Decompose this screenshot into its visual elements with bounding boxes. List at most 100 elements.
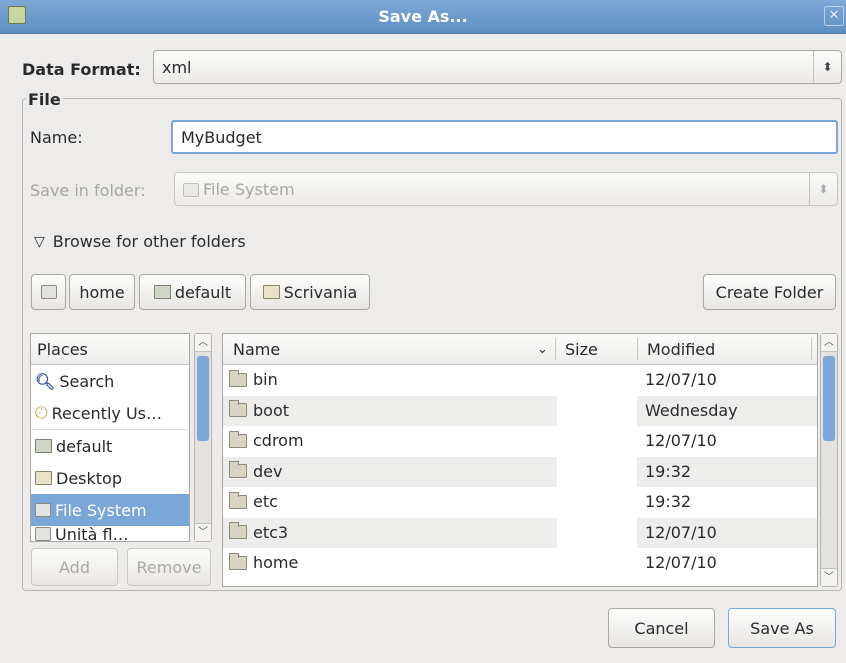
folder-icon <box>229 552 247 570</box>
browse-label: Browse for other folders <box>52 232 246 251</box>
column-divider <box>811 338 812 360</box>
remove-label: Remove <box>136 557 202 577</box>
browse-expander[interactable]: ▽ Browse for other folders <box>34 232 246 251</box>
file-modified: 12/07/10 <box>645 370 717 389</box>
table-row[interactable]: home 12/07/10 <box>223 548 817 579</box>
close-icon[interactable]: ✕ <box>824 6 844 26</box>
file-name: boot <box>253 400 290 420</box>
file-name: cdrom <box>253 431 304 450</box>
save-as-button[interactable]: Save As <box>728 608 836 648</box>
table-row[interactable]: etc 19:32 <box>223 487 817 518</box>
drive-icon <box>40 285 57 299</box>
file-size-cell <box>557 456 637 487</box>
scroll-up-icon[interactable]: ︿ <box>821 334 837 352</box>
places-list: Places 🔍︎ Search 🕘︎ Recently Us… default… <box>30 333 190 542</box>
path-home-button[interactable]: home <box>69 274 135 310</box>
file-size-cell <box>557 395 637 426</box>
column-divider <box>555 338 556 360</box>
table-row[interactable]: etc3 12/07/10 <box>223 517 817 548</box>
data-format-label: Data Format: <box>22 60 141 79</box>
place-item-desktop[interactable]: Desktop <box>31 462 189 494</box>
home-folder-icon <box>35 439 52 453</box>
spin-arrows-icon: ⬍ <box>813 51 841 83</box>
places-header[interactable]: Places <box>31 334 189 365</box>
file-name: bin <box>253 370 278 389</box>
scroll-thumb[interactable] <box>197 356 209 441</box>
drive-icon <box>183 182 199 197</box>
path-root-button[interactable] <box>31 274 66 310</box>
desktop-icon <box>35 471 52 485</box>
name-input[interactable] <box>173 122 836 152</box>
drive-icon <box>35 503 51 517</box>
file-name: dev <box>253 461 283 481</box>
cancel-button[interactable]: Cancel <box>608 608 715 648</box>
path-scrivania-label: Scrivania <box>283 282 358 302</box>
table-row[interactable]: bin 12/07/10 <box>223 365 817 396</box>
file-section-title: File <box>26 90 63 109</box>
file-name: etc <box>253 492 278 511</box>
name-column-header[interactable]: Name <box>233 340 280 359</box>
place-item-search[interactable]: 🔍︎ Search <box>31 365 189 397</box>
file-name: home <box>253 553 299 572</box>
desktop-icon <box>262 285 280 299</box>
path-scrivania-button[interactable]: Scrivania <box>250 274 370 310</box>
place-label: Desktop <box>56 468 122 488</box>
path-default-button[interactable]: default <box>139 274 246 310</box>
cancel-label: Cancel <box>634 618 689 638</box>
file-modified: 12/07/10 <box>645 522 717 542</box>
file-modified: Wednesday <box>645 400 738 420</box>
modified-column-header[interactable]: Modified <box>647 340 715 359</box>
save-in-folder-label: Save in folder: <box>30 181 146 200</box>
place-label: Unità fl… <box>55 524 129 542</box>
place-label: Recently Us… <box>51 403 162 423</box>
file-list-header: Name ⌄ Size Modified <box>223 334 817 365</box>
file-name: etc3 <box>253 522 289 542</box>
path-default-label: default <box>174 282 232 302</box>
folder-icon <box>229 491 247 509</box>
search-icon: 🔍︎ <box>35 371 56 391</box>
place-item-floppy[interactable]: Unità fl… <box>31 518 189 542</box>
data-format-value: xml <box>162 58 192 77</box>
scroll-up-icon[interactable]: ︿ <box>195 334 211 352</box>
spin-arrows-icon: ⬍ <box>809 173 837 205</box>
scroll-thumb[interactable] <box>823 356 835 441</box>
table-row[interactable]: cdrom 12/07/10 <box>223 426 817 457</box>
place-label: Search <box>59 371 115 391</box>
scroll-down-icon[interactable]: ﹀ <box>821 568 837 586</box>
file-modified: 19:32 <box>645 461 692 481</box>
create-folder-button[interactable]: Create Folder <box>703 274 836 310</box>
folder-icon <box>229 522 247 539</box>
file-modified: 12/07/10 <box>645 553 717 572</box>
title-bar: Save As... ✕ <box>0 0 846 34</box>
file-size-cell <box>557 517 637 548</box>
file-size-cell <box>557 365 637 396</box>
save-as-label: Save As <box>750 618 814 638</box>
file-modified: 12/07/10 <box>645 431 717 450</box>
create-folder-label: Create Folder <box>715 282 824 302</box>
chevron-down-icon[interactable]: ⌄ <box>537 342 548 357</box>
size-column-header[interactable]: Size <box>565 340 598 359</box>
file-size-cell <box>557 487 637 518</box>
save-in-folder-select[interactable]: File System ⬍ <box>174 172 838 206</box>
folder-icon <box>229 430 247 448</box>
place-item-recent[interactable]: 🕘︎ Recently Us… <box>31 397 189 429</box>
clock-icon: 🕘︎ <box>35 403 48 422</box>
places-scrollbar[interactable]: ︿ ﹀ <box>194 333 212 542</box>
folder-icon <box>229 369 247 387</box>
files-scrollbar[interactable]: ︿ ﹀ <box>820 333 838 587</box>
path-home-label: home <box>79 282 125 302</box>
file-size-cell <box>557 548 637 579</box>
home-folder-icon <box>153 285 171 299</box>
name-field[interactable] <box>171 120 838 154</box>
window-title: Save As... <box>378 7 468 26</box>
name-label: Name: <box>30 128 83 147</box>
data-format-select[interactable]: xml ⬍ <box>153 50 842 84</box>
file-modified: 19:32 <box>645 492 692 511</box>
add-place-button[interactable]: Add <box>31 548 118 586</box>
table-row[interactable]: boot Wednesday <box>223 395 817 426</box>
place-item-default[interactable]: default <box>31 430 189 462</box>
folder-icon <box>229 461 247 478</box>
remove-place-button[interactable]: Remove <box>127 548 211 586</box>
table-row[interactable]: dev 19:32 <box>223 456 817 487</box>
scroll-down-icon[interactable]: ﹀ <box>195 523 211 541</box>
